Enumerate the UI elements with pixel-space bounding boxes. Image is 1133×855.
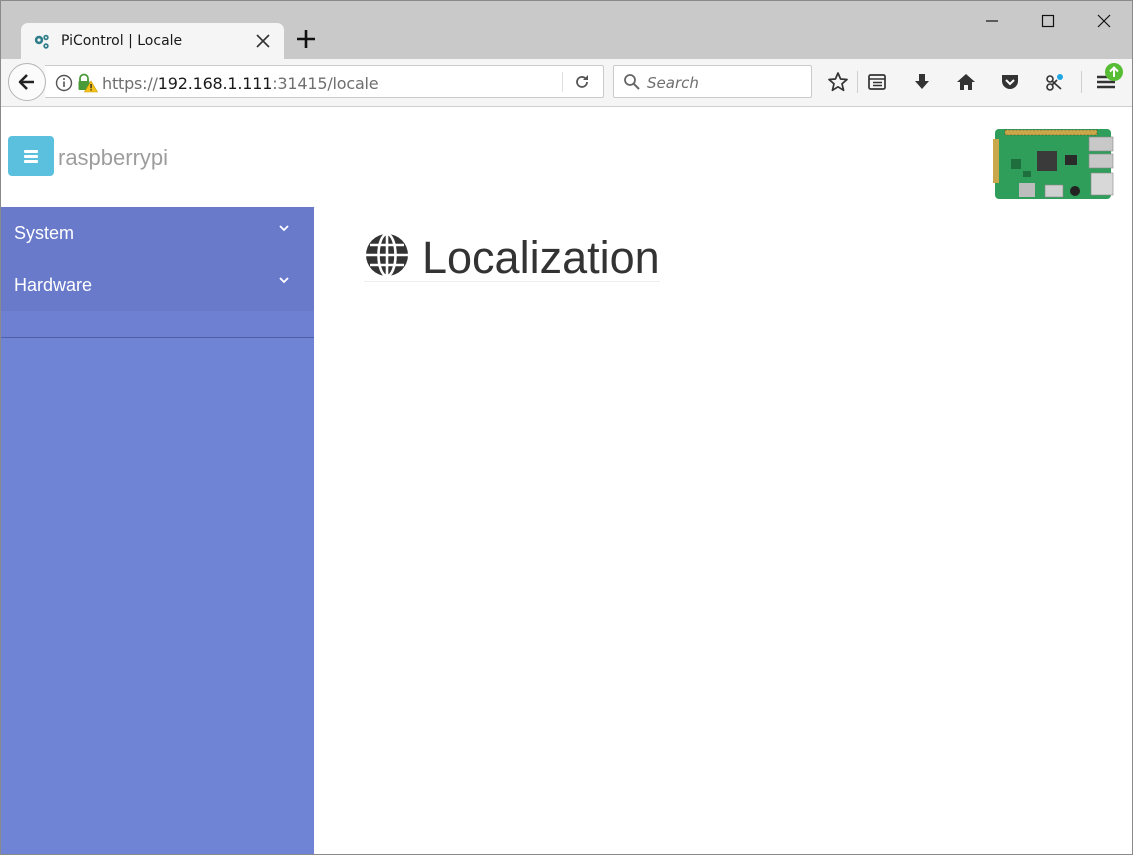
search-bar[interactable]: Search (613, 65, 812, 98)
search-icon (624, 74, 640, 90)
globe-icon (366, 232, 408, 278)
menu-bar-line (24, 160, 38, 163)
maximize-icon[interactable] (1036, 9, 1060, 33)
menu-toggle-button[interactable] (8, 136, 54, 176)
url-bar[interactable]: https://192.168.1.111:31415/locale (45, 65, 604, 98)
chevron-down-icon (279, 225, 289, 232)
page-title: Localization (422, 232, 660, 283)
search-placeholder: Search (647, 74, 699, 92)
reader-list-icon[interactable] (866, 71, 888, 93)
sidebar-spacer (1, 311, 314, 337)
url-text[interactable]: https://192.168.1.111:31415/locale (102, 74, 379, 93)
bookmark-star-icon[interactable] (827, 71, 849, 93)
gears-icon (34, 34, 49, 49)
url-host: 192.168.1.111 (157, 74, 273, 93)
back-button[interactable] (8, 63, 46, 101)
new-tab-icon[interactable] (295, 28, 317, 50)
extension-icon[interactable] (1043, 71, 1065, 93)
back-arrow-icon (18, 74, 34, 90)
navigation-toolbar: https://192.168.1.111:31415/locale Searc… (1, 59, 1132, 107)
url-divider (562, 72, 563, 92)
close-window-icon[interactable] (1092, 9, 1116, 33)
sidebar-item-label: System (14, 223, 75, 243)
sidebar: System Hardware (1, 207, 314, 854)
info-icon[interactable] (55, 74, 73, 92)
minimize-icon[interactable] (980, 9, 1004, 33)
home-icon[interactable] (955, 71, 977, 93)
raspberry-pi-board-image (993, 129, 1114, 199)
browser-tab[interactable]: PiControl | Locale (21, 23, 284, 59)
toolbar-divider (1081, 71, 1082, 93)
reload-icon[interactable] (573, 73, 591, 91)
sidebar-divider (1, 337, 314, 338)
chevron-down-icon (279, 277, 289, 284)
download-icon[interactable] (911, 71, 933, 93)
pocket-icon[interactable] (999, 71, 1021, 93)
main-content: Localization (315, 207, 1132, 854)
sidebar-item-hardware[interactable]: Hardware (1, 259, 314, 311)
brand-name[interactable]: raspberrypi (58, 145, 168, 171)
url-path: :31415/locale (272, 74, 379, 93)
tab-title: PiControl | Locale (61, 33, 183, 49)
toolbar-divider (857, 71, 858, 93)
app-header: raspberrypi (1, 107, 1132, 208)
update-available-icon[interactable] (1104, 62, 1124, 82)
insecure-lock-icon[interactable] (76, 73, 98, 93)
url-scheme: https:// (102, 74, 158, 93)
tab-strip: PiControl | Locale (1, 1, 1132, 59)
sidebar-item-label: Hardware (14, 275, 93, 295)
menu-bar-line (24, 150, 38, 153)
browser-window: PiControl | Locale https://192.168.1.111… (0, 0, 1133, 855)
close-tab-icon[interactable] (255, 33, 271, 49)
web-page: raspberrypi System Hardware Localization (1, 107, 1132, 854)
page-header: Localization (364, 219, 660, 283)
sidebar-item-system[interactable]: System (1, 207, 314, 259)
menu-bar-line (24, 155, 38, 158)
